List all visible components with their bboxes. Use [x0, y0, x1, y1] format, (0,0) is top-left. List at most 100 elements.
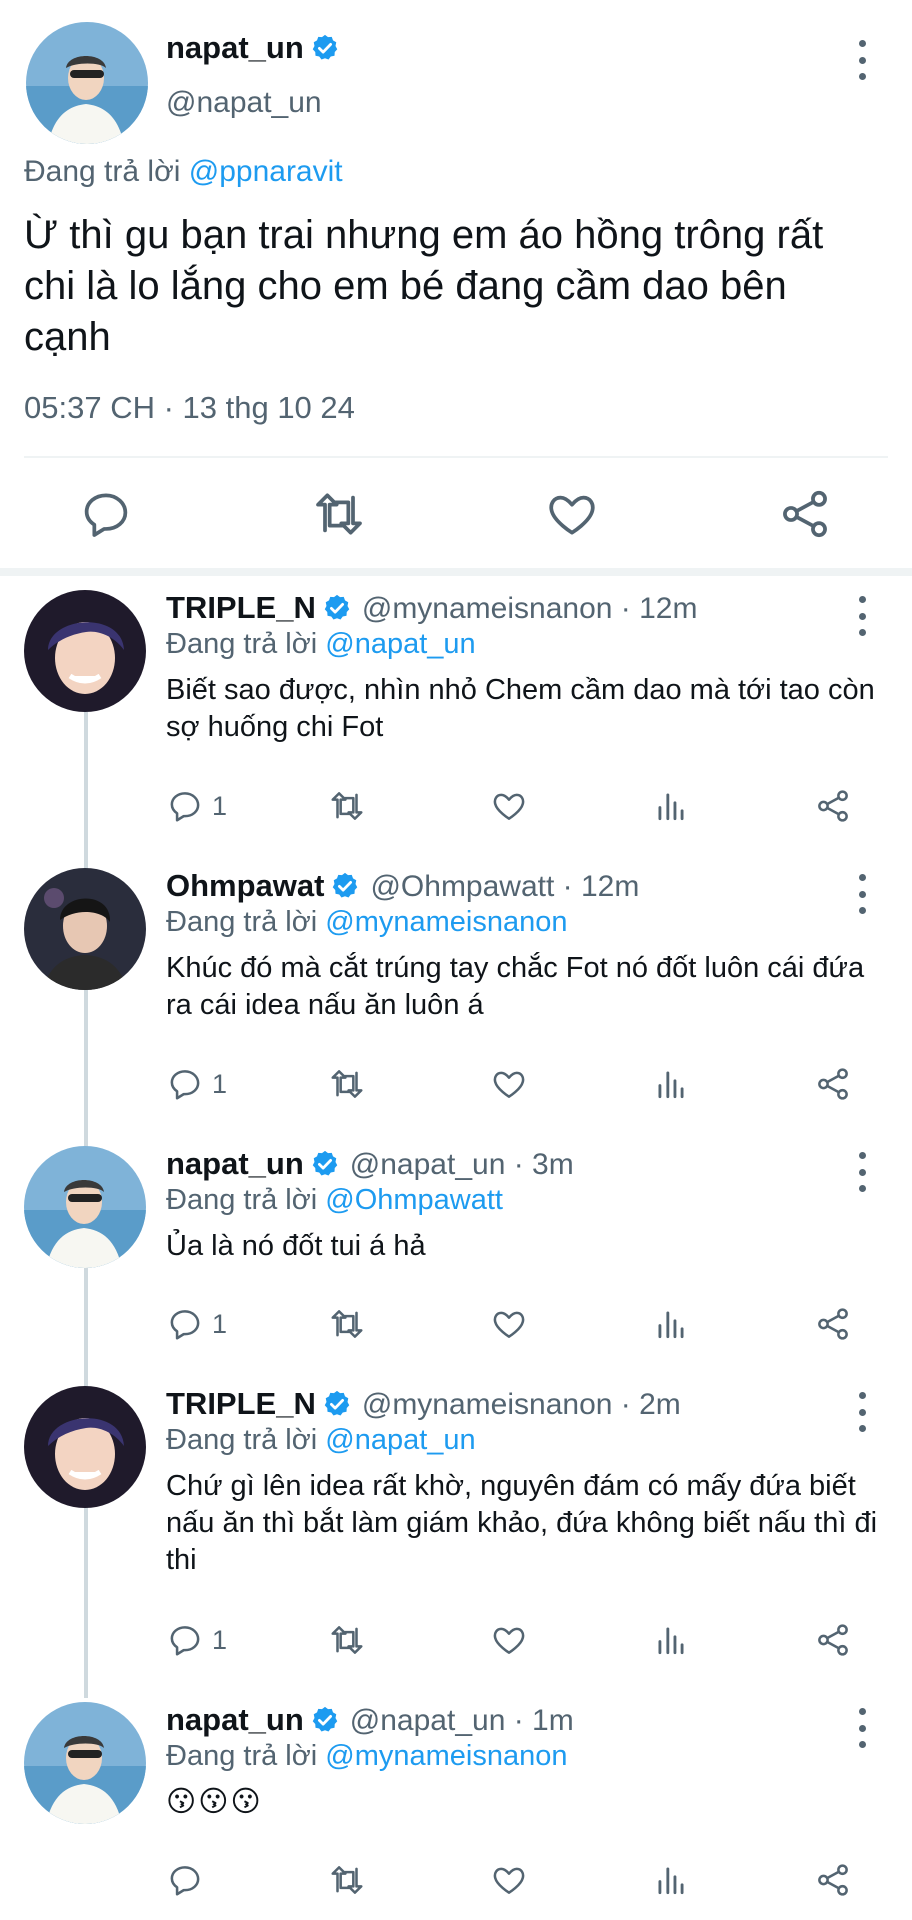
analytics-button[interactable] [652, 1620, 690, 1660]
share-button[interactable] [814, 1860, 852, 1900]
retweet-button[interactable] [311, 486, 367, 547]
author-handle[interactable]: @mynameisnanon · 12m [362, 592, 698, 625]
tweet-text: 😗😗😗 [166, 1786, 263, 1818]
action-bar [166, 1860, 866, 1900]
retweet-button[interactable] [328, 1304, 366, 1344]
share-icon [814, 1065, 852, 1103]
author-row: napat_un [166, 30, 340, 66]
reply-count: 1 [212, 790, 228, 821]
retweet-icon [328, 1861, 366, 1899]
reply-header: napat_un @napat_un · 1m [166, 1702, 574, 1738]
analytics-icon [652, 787, 690, 825]
reply-to-link[interactable]: @mynameisnanon [325, 1740, 567, 1772]
replying-to: Đang trả lời @napat_un [166, 628, 476, 660]
analytics-icon [652, 1065, 690, 1103]
action-bar: 1 [166, 1064, 866, 1104]
like-button[interactable] [490, 786, 528, 826]
author-name[interactable]: Ohmpawat [166, 868, 324, 903]
analytics-icon [652, 1861, 690, 1899]
share-icon [777, 486, 833, 542]
like-icon [490, 1861, 528, 1899]
tweet-timestamp[interactable]: 05:37 CH · 13 thg 10 24 [24, 390, 355, 426]
avatar[interactable] [24, 1702, 146, 1824]
like-button[interactable] [490, 1620, 528, 1660]
analytics-button[interactable] [652, 1860, 690, 1900]
more-icon[interactable] [852, 596, 872, 636]
reply-icon [166, 1305, 204, 1343]
share-icon [814, 1305, 852, 1343]
reply-button[interactable]: 1 [166, 1304, 227, 1344]
more-icon[interactable] [852, 874, 872, 914]
reply-icon [166, 787, 204, 825]
reply-to-link[interactable]: @napat_un [325, 628, 475, 660]
reply-tweet[interactable]: TRIPLE_N @mynameisnanon · 12m Đang trả lờ… [0, 590, 912, 840]
more-icon[interactable] [852, 1708, 872, 1748]
reply-to-link[interactable]: @Ohmpawatt [325, 1184, 503, 1216]
author-handle[interactable]: @napat_un · 1m [350, 1704, 574, 1737]
reply-to-link[interactable]: @ppnaravit [189, 155, 343, 188]
analytics-button[interactable] [652, 1304, 690, 1344]
author-handle[interactable]: @mynameisnanon · 2m [362, 1388, 681, 1421]
tweet-text: Ừ thì gu bạn trai nhưng em áo hồng trông… [24, 213, 824, 359]
retweet-button[interactable] [328, 1860, 366, 1900]
more-icon[interactable] [852, 40, 872, 80]
avatar[interactable] [24, 1386, 146, 1508]
author-handle[interactable]: @napat_un [166, 86, 322, 120]
reply-tweet[interactable]: Ohmpawat @Ohmpawatt · 12m Đang trả lời @m… [0, 868, 912, 1118]
reply-icon [78, 486, 134, 542]
analytics-button[interactable] [652, 1064, 690, 1104]
reply-button[interactable]: 1 [166, 786, 227, 826]
share-button[interactable] [814, 1304, 852, 1344]
reply-icon [166, 1861, 204, 1899]
reply-to-link[interactable]: @napat_un [325, 1424, 475, 1456]
like-button[interactable] [544, 486, 600, 547]
like-icon [490, 787, 528, 825]
like-icon [490, 1065, 528, 1103]
reply-tweet[interactable]: napat_un @napat_un · 1m Đang trả lời @myn… [0, 1702, 912, 1912]
share-icon [814, 1861, 852, 1899]
share-button[interactable] [814, 1620, 852, 1660]
analytics-button[interactable] [652, 786, 690, 826]
avatar[interactable] [26, 22, 148, 144]
like-button[interactable] [490, 1860, 528, 1900]
retweet-icon [328, 1065, 366, 1103]
share-button[interactable] [814, 786, 852, 826]
author-name[interactable]: TRIPLE_N [166, 590, 316, 625]
reply-button[interactable]: 1 [166, 1064, 227, 1104]
reply-tweet[interactable]: TRIPLE_N @mynameisnanon · 2m Đang trả lời… [0, 1386, 912, 1666]
retweet-button[interactable] [328, 1064, 366, 1104]
author-handle[interactable]: @Ohmpawatt · 12m [370, 870, 639, 903]
retweet-button[interactable] [328, 786, 366, 826]
author-name[interactable]: napat_un [166, 1146, 304, 1181]
analytics-icon [652, 1621, 690, 1659]
reply-to-link[interactable]: @mynameisnanon [325, 906, 567, 938]
verified-icon [322, 593, 352, 623]
avatar[interactable] [24, 1146, 146, 1268]
reply-tweet[interactable]: napat_un @napat_un · 3m Đang trả lời @Ohm… [0, 1146, 912, 1356]
reply-button[interactable] [78, 486, 134, 547]
like-button[interactable] [490, 1064, 528, 1104]
like-icon [490, 1621, 528, 1659]
author-name[interactable]: TRIPLE_N [166, 1386, 316, 1421]
reply-button[interactable]: 1 [166, 1620, 227, 1660]
avatar[interactable] [24, 590, 146, 712]
retweet-icon [311, 486, 367, 542]
share-button[interactable] [777, 486, 833, 547]
more-icon[interactable] [852, 1392, 872, 1432]
share-button[interactable] [814, 1064, 852, 1104]
replying-to: Đang trả lời @Ohmpawatt [166, 1184, 503, 1216]
like-button[interactable] [490, 1304, 528, 1344]
reply-icon [166, 1065, 204, 1103]
author-name[interactable]: napat_un [166, 1702, 304, 1737]
share-icon [814, 787, 852, 825]
avatar[interactable] [24, 868, 146, 990]
reply-header: Ohmpawat @Ohmpawatt · 12m [166, 868, 639, 904]
more-icon[interactable] [852, 1152, 872, 1192]
verified-icon [322, 1389, 352, 1419]
retweet-icon [328, 1305, 366, 1343]
retweet-button[interactable] [328, 1620, 366, 1660]
action-bar: 1 [166, 1620, 866, 1660]
author-name[interactable]: napat_un [166, 30, 304, 65]
author-handle[interactable]: @napat_un · 3m [350, 1148, 574, 1181]
reply-button[interactable] [166, 1860, 212, 1900]
